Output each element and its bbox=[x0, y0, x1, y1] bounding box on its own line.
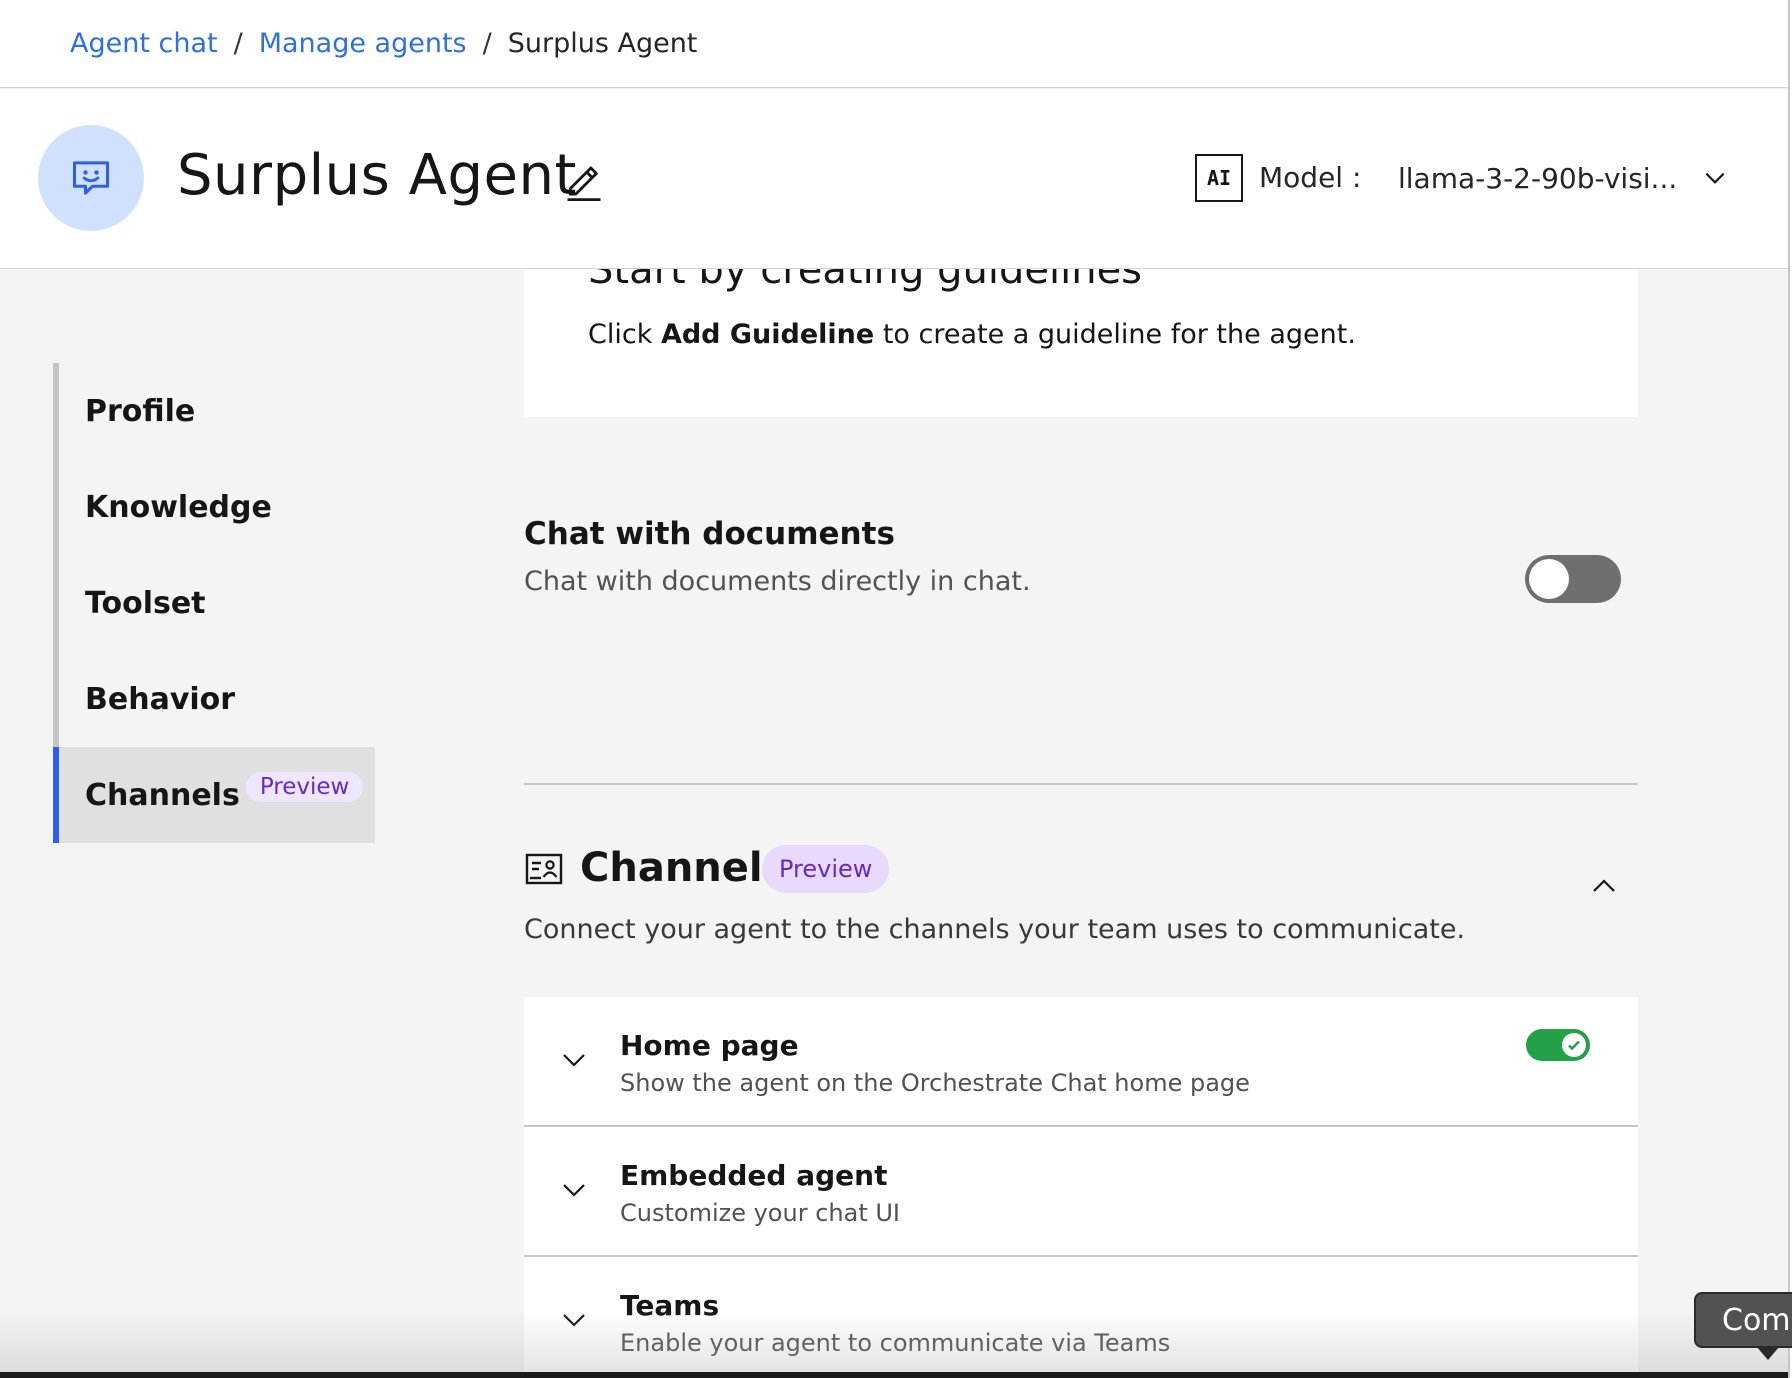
channels-icon bbox=[525, 853, 563, 885]
chat-bot-icon bbox=[72, 161, 110, 195]
breadcrumb-current: Surplus Agent bbox=[507, 28, 698, 59]
chevron-down-icon[interactable] bbox=[560, 1179, 588, 1201]
window-bottom-edge bbox=[0, 1372, 1788, 1378]
channels-title: Channels bbox=[580, 845, 787, 891]
pencil-icon bbox=[567, 166, 601, 201]
section-divider bbox=[524, 783, 1638, 785]
edit-name-button[interactable] bbox=[560, 155, 608, 203]
nav-item-knowledge[interactable]: Knowledge bbox=[53, 459, 375, 555]
preview-tag: Preview bbox=[762, 845, 890, 893]
nav-item-behavior[interactable]: Behavior bbox=[53, 651, 375, 747]
channel-row-home-page[interactable]: Home page Show the agent on the Orchestr… bbox=[524, 997, 1638, 1127]
breadcrumb-link-agent-chat[interactable]: Agent chat bbox=[70, 28, 218, 59]
breadcrumb-separator: / bbox=[233, 28, 243, 59]
model-dropdown[interactable]: llama-3-2-90b-visi... bbox=[1398, 149, 1728, 207]
channel-row-title: Embedded agent bbox=[620, 1159, 888, 1192]
toggle-knob bbox=[1529, 559, 1569, 599]
channel-row-teams[interactable]: Teams Enable your agent to communicate v… bbox=[524, 1257, 1638, 1378]
model-label: Model : bbox=[1259, 161, 1362, 194]
agent-header: Surplus Agent AI Model : llama-3-2-90b-v… bbox=[0, 89, 1788, 269]
ai-model-icon: AI bbox=[1195, 154, 1243, 202]
channel-row-title: Teams bbox=[620, 1289, 720, 1322]
agent-name-title: Surplus Agent bbox=[177, 143, 577, 208]
chevron-up-icon[interactable] bbox=[1590, 876, 1618, 896]
channel-row-description: Customize your chat UI bbox=[620, 1199, 900, 1227]
settings-side-nav: Profile Knowledge Toolset Behavior Chann… bbox=[53, 363, 375, 843]
chat-with-documents-title: Chat with documents bbox=[524, 516, 895, 552]
breadcrumb-separator: / bbox=[482, 28, 492, 59]
tooltip: Come bbox=[1694, 1292, 1792, 1348]
home-page-toggle[interactable] bbox=[1526, 1029, 1590, 1061]
channel-row-title: Home page bbox=[620, 1029, 799, 1062]
channels-description: Connect your agent to the channels your … bbox=[524, 914, 1466, 945]
checkmark-icon bbox=[1568, 1040, 1580, 1051]
add-guideline-emphasis: Add Guideline bbox=[660, 319, 875, 350]
breadcrumb: Agent chat / Manage agents / Surplus Age… bbox=[0, 0, 1788, 88]
nav-item-profile[interactable]: Profile bbox=[53, 363, 375, 459]
chevron-down-icon[interactable] bbox=[560, 1049, 588, 1071]
agent-avatar bbox=[38, 125, 144, 231]
scrollbar-track[interactable] bbox=[1788, 0, 1790, 1378]
breadcrumb-link-manage-agents[interactable]: Manage agents bbox=[259, 28, 467, 59]
channel-row-description: Show the agent on the Orchestrate Chat h… bbox=[620, 1069, 1250, 1097]
channel-row-description: Enable your agent to communicate via Tea… bbox=[620, 1329, 1171, 1357]
guidelines-hint: Click Add Guideline to create a guidelin… bbox=[588, 319, 1356, 350]
toggle-knob bbox=[1562, 1033, 1586, 1057]
agent-configuration-page: Agent chat / Manage agents / Surplus Age… bbox=[0, 0, 1788, 1378]
chevron-down-icon bbox=[1705, 172, 1725, 184]
chat-with-documents-toggle[interactable] bbox=[1525, 555, 1621, 603]
chat-with-documents-description: Chat with documents directly in chat. bbox=[524, 566, 1031, 597]
nav-item-toolset[interactable]: Toolset bbox=[53, 555, 375, 651]
channels-list: Home page Show the agent on the Orchestr… bbox=[524, 997, 1638, 1378]
guidelines-heading: Start by creating guidelines bbox=[588, 269, 1143, 293]
chevron-down-icon[interactable] bbox=[560, 1309, 588, 1331]
nav-item-label: Channels bbox=[85, 777, 240, 813]
channel-row-embedded-agent[interactable]: Embedded agent Customize your chat UI bbox=[524, 1127, 1638, 1257]
nav-item-channels[interactable]: Channels Preview bbox=[53, 747, 375, 843]
tooltip-pointer bbox=[1756, 1346, 1780, 1360]
preview-tag: Preview bbox=[245, 772, 364, 802]
guidelines-empty-state: Start by creating guidelines Click Add G… bbox=[524, 269, 1638, 417]
model-selected-value: llama-3-2-90b-visi... bbox=[1398, 161, 1678, 195]
